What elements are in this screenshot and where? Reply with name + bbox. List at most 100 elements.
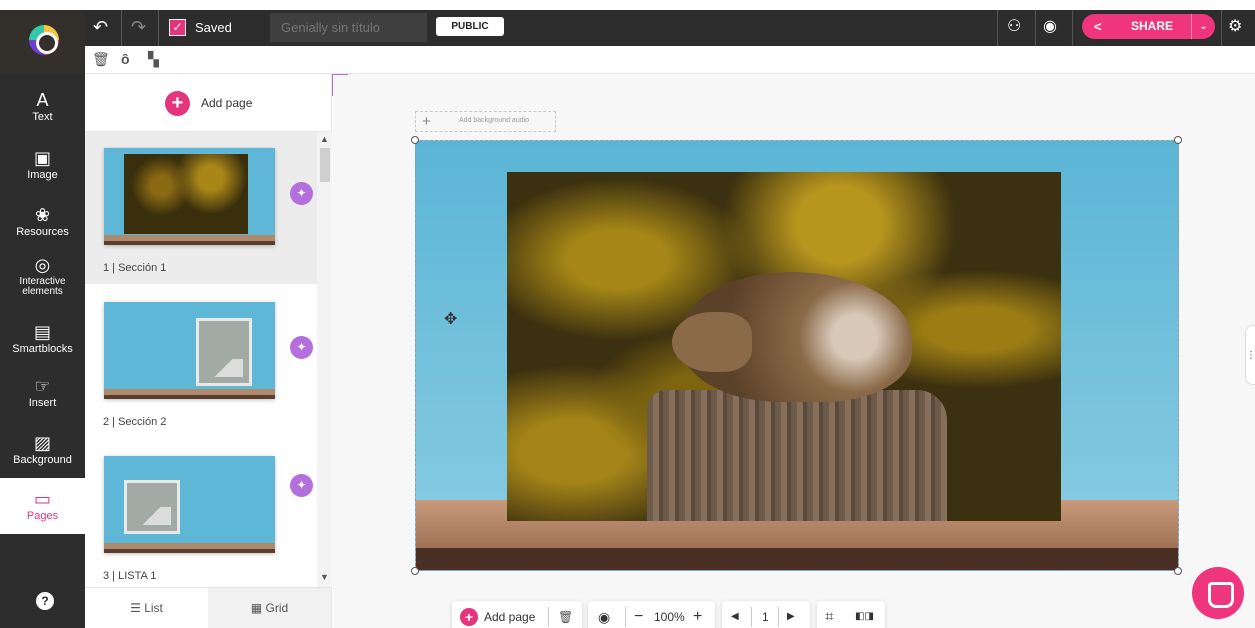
divider (1221, 10, 1222, 46)
scroll-down-icon[interactable]: ▼ (320, 572, 329, 582)
chat-support-button[interactable] (1192, 567, 1244, 619)
tool-insert-label: Insert (28, 397, 57, 409)
genially-logo-icon[interactable] (29, 25, 59, 55)
selection-handle[interactable] (1174, 567, 1182, 575)
divider (158, 10, 159, 46)
tool-background-label: Background (13, 454, 72, 466)
magic-wand-icon[interactable]: ✦ (290, 336, 313, 359)
divider (751, 607, 752, 627)
presentation-mode-icon[interactable]: ◧◨ (855, 601, 874, 628)
pages-icon: ▭ (33, 489, 51, 509)
tool-smartblocks[interactable]: ▤ Smartblocks (0, 321, 85, 355)
redo-icon[interactable]: ↷ (131, 17, 146, 37)
zoom-out-icon[interactable]: − (634, 601, 643, 628)
interactive-elements-icon: ◎ (34, 255, 51, 275)
resources-icon: ❀ (34, 205, 51, 225)
page-item[interactable]: ✦ 2 | Sección 2 (85, 286, 317, 438)
selection-handle[interactable] (411, 136, 419, 144)
divider (778, 607, 779, 627)
thumbnail-sand (104, 389, 275, 399)
settings-gear-icon[interactable]: ⚙ (1228, 17, 1242, 37)
scrollbar-thumb[interactable] (320, 148, 330, 182)
page-list: ✦ 1 | Sección 1 ✦ 2 | Sección 2 ✦ 3 | LI… (85, 132, 317, 587)
list-view-icon: ☰ (130, 601, 145, 615)
page-nav-group: ◀ 1 ▶ (722, 601, 810, 628)
page-item[interactable]: ✦ 3 | LISTA 1 (85, 440, 317, 587)
image-placeholder-icon (196, 318, 252, 386)
tool-interactive-elements[interactable]: ◎ Interactive elements (0, 254, 85, 297)
selection-handle[interactable] (411, 567, 419, 575)
preview-eye-icon[interactable]: ◉ (598, 601, 610, 628)
top-toolbar: ↶ ↷ ✓ Saved PUBLIC ⚇ ◉ < SHARE ⌄ ⚙ (85, 10, 1255, 46)
selection-handle[interactable] (1174, 136, 1182, 144)
add-background-audio[interactable]: + Add background audio (415, 111, 556, 132)
share-dropdown-icon[interactable]: ⌄ (1191, 14, 1215, 39)
divider (548, 607, 549, 627)
saved-check-icon: ✓ (169, 19, 186, 36)
tool-text[interactable]: A Text (0, 89, 85, 123)
tool-text-label: Text (32, 111, 53, 123)
tool-background[interactable]: ▨ Background (0, 432, 85, 466)
fox-photo[interactable] (507, 172, 1061, 521)
share-button[interactable]: < SHARE ⌄ (1082, 14, 1215, 39)
insert-icon: ☞ (34, 376, 51, 396)
trash-icon[interactable]: 🗑 (92, 51, 110, 68)
add-page-button[interactable]: + Add page (85, 74, 332, 132)
page-thumbnail[interactable] (104, 302, 275, 399)
slide-canvas[interactable] (415, 140, 1179, 571)
add-page-label: Add page (201, 96, 253, 110)
bottom-add-page-label[interactable]: Add page (484, 601, 535, 628)
page-list-scrollbar[interactable]: ▲ ▼ (317, 132, 332, 587)
page-thumbnail[interactable] (104, 456, 275, 553)
bottom-add-page-group: + Add page 🗑 (452, 601, 582, 628)
zoom-level: 100% (654, 610, 685, 624)
tool-smartblocks-label: Smartblocks (12, 343, 73, 355)
tab-grid[interactable]: ▦ Grid (208, 588, 331, 628)
pages-panel: + Add page ✦ 1 | Sección 1 ✦ 2 | Sección… (85, 74, 332, 628)
right-panel-handle[interactable]: ⋮ (1245, 325, 1255, 385)
preview-eye-icon[interactable]: ◉ (1043, 17, 1057, 37)
tool-image-label: Image (27, 169, 58, 181)
bottom-trash-icon[interactable]: 🗑 (558, 601, 573, 628)
image-placeholder-icon (124, 480, 180, 534)
tool-resources[interactable]: ❀ Resources (0, 204, 85, 238)
tree-stump (647, 390, 947, 521)
fit-screen-icon[interactable]: ⌗ (825, 601, 833, 628)
next-page-icon[interactable]: ▶ (787, 601, 795, 628)
divider (997, 10, 998, 46)
thumbnail-sand (104, 543, 275, 553)
logo-area[interactable] (0, 10, 85, 74)
background-icon: ▨ (33, 433, 51, 453)
view-tabs: ☰ List ▦ Grid (85, 587, 332, 628)
saved-status: Saved (195, 20, 232, 35)
smartblocks-icon: ▤ (33, 322, 51, 342)
grid-view-icon: ▦ (250, 601, 266, 615)
zoom-in-icon[interactable]: + (693, 601, 702, 628)
scroll-up-icon[interactable]: ▲ (320, 134, 329, 144)
help-button[interactable]: ? (36, 592, 54, 610)
tool-image[interactable]: ▣ Image (0, 147, 85, 181)
page-item[interactable]: ✦ 1 | Sección 1 (85, 132, 317, 284)
bottom-plus-icon[interactable]: + (460, 608, 478, 626)
audio-plus-icon: + (422, 113, 431, 130)
page-label: 2 | Sección 2 (103, 416, 167, 428)
tool-pages[interactable]: ▭ Pages (0, 478, 85, 534)
tool-insert[interactable]: ☞ Insert (0, 375, 85, 409)
genially-editor: A Text ▣ Image ❀ Resources ◎ Interactive… (0, 0, 1255, 628)
tool-resources-label: Resources (16, 226, 69, 238)
tool-rail: A Text ▣ Image ❀ Resources ◎ Interactive… (0, 10, 85, 628)
prev-page-icon[interactable]: ◀ (731, 601, 739, 628)
lock-icon[interactable]: ȏ (121, 51, 130, 67)
public-button[interactable]: PUBLIC (436, 17, 504, 36)
add-collaborator-icon[interactable]: ⚇ (1007, 17, 1021, 37)
transparency-icon[interactable]: ▚ (148, 51, 159, 68)
undo-icon[interactable]: ↶ (93, 17, 108, 37)
page-thumbnail[interactable] (104, 148, 275, 245)
thumbnail-sand (104, 235, 275, 245)
title-input[interactable] (270, 13, 427, 42)
page-number[interactable]: 1 (762, 601, 769, 628)
tab-list[interactable]: ☰ List (85, 588, 208, 628)
magic-wand-icon[interactable]: ✦ (290, 474, 313, 497)
tab-grid-label: Grid (265, 601, 289, 615)
magic-wand-icon[interactable]: ✦ (290, 182, 313, 205)
